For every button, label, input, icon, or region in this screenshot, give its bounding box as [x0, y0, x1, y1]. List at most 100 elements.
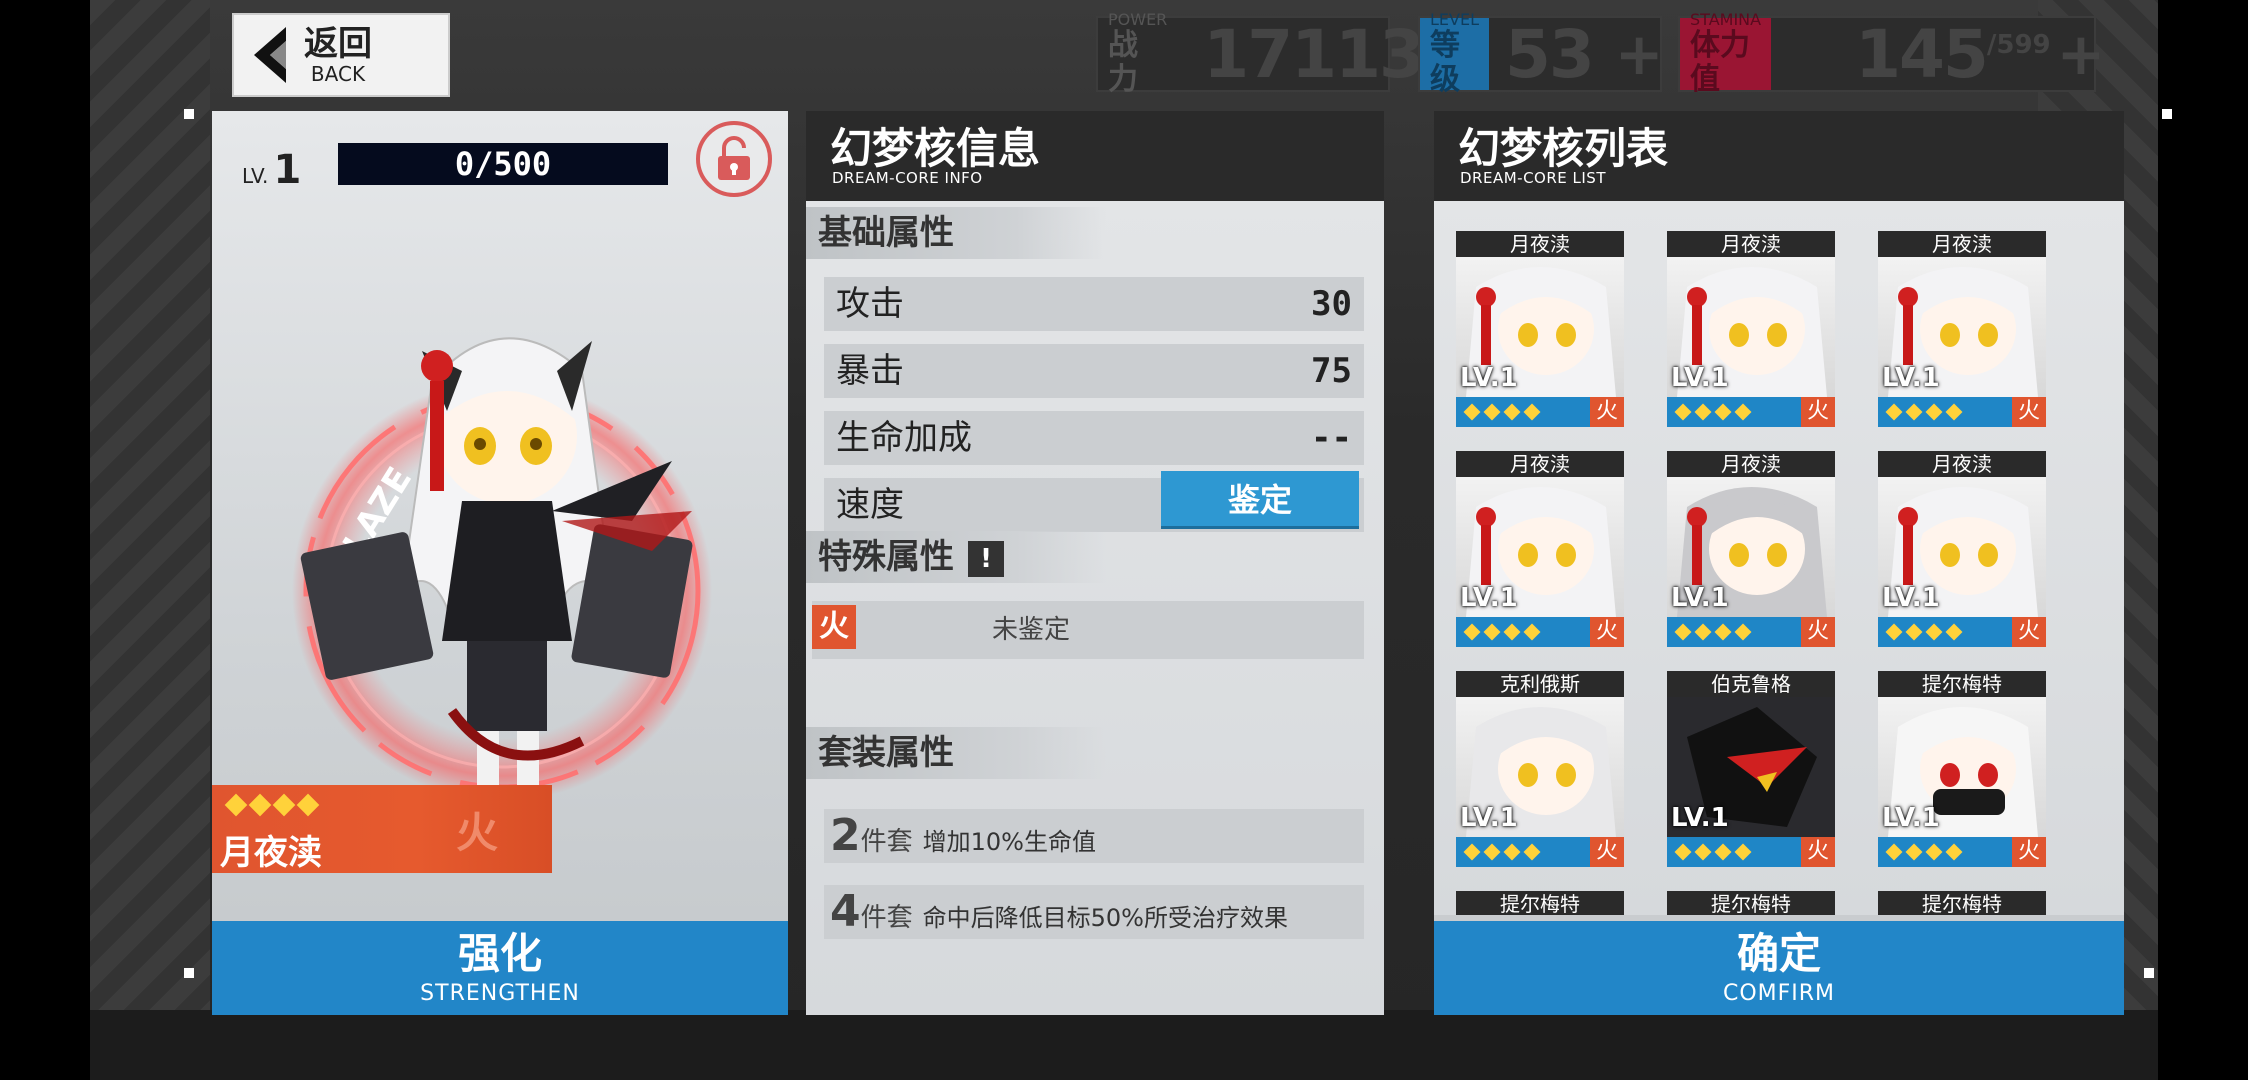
fire-element-icon: 火 — [1590, 397, 1624, 427]
card-name: 月夜渎 — [1667, 231, 1835, 257]
stamina-plus-button[interactable]: + — [2057, 20, 2106, 88]
strengthen-label: 强化 — [457, 929, 542, 978]
level-plus-button[interactable]: + — [1615, 20, 1664, 88]
core-detail-panel: LV. 1 0/500 BLAZE 月夜渎 火 强化 STRENGTHEN — [212, 111, 788, 1015]
corner-marker — [184, 968, 194, 978]
back-label: 返回 — [304, 24, 372, 64]
core-level-value: 1 — [273, 147, 302, 193]
core-info-body: 基础属性 攻击 30 暴击 75 生命加成 -- 速度 2 特殊属性! 鉴定 — [806, 201, 1384, 1015]
card-name: 提尔梅特 — [1456, 891, 1624, 915]
attr-name: 生命加成 — [836, 418, 972, 458]
attr-value: 75 — [1311, 351, 1352, 391]
card-level: LV.1 — [1671, 363, 1729, 393]
rarity-stars — [1884, 403, 1964, 421]
core-card[interactable]: 伯克鲁格 LV.1 火 — [1667, 671, 1835, 867]
set-bonus-row: 2件套 增加10%生命值 — [824, 809, 1364, 863]
core-info-title: 幻梦核信息 — [830, 124, 1041, 173]
core-card[interactable]: 月夜渎 LV.1 火 — [1667, 451, 1835, 647]
card-name: 提尔梅特 — [1878, 891, 2046, 915]
core-card[interactable]: 提尔梅特 — [1456, 891, 1624, 915]
back-arrow-icon — [234, 13, 304, 97]
attr-value: 30 — [1311, 284, 1352, 324]
strengthen-label-en: STRENGTHEN — [420, 981, 580, 1006]
card-rarity-bar: 火 — [1456, 617, 1624, 647]
card-rarity-bar: 火 — [1667, 617, 1835, 647]
background-bottom — [90, 1010, 2158, 1080]
fire-element-icon: 火 — [1801, 617, 1835, 647]
basic-attributes-title: 基础属性 — [806, 207, 1106, 259]
core-card[interactable]: 提尔梅特 — [1667, 891, 1835, 915]
letterbox-left — [0, 0, 90, 1080]
rarity-stars — [1462, 843, 1542, 861]
core-list-grid[interactable]: 月夜渎 LV.1 火月夜渎 LV.1 火月夜渎 LV.1 火月夜渎 LV.1 火月夜渎 LV.1 火… — [1434, 201, 2124, 915]
stamina-label-en: STAMINA — [1690, 10, 1762, 29]
level-label: 等级 — [1430, 28, 1460, 97]
core-list-title: 幻梦核列表 — [1458, 124, 1669, 173]
card-level: LV.1 — [1671, 803, 1729, 833]
info-icon[interactable]: ! — [968, 540, 1004, 577]
card-name: 月夜渎 — [1456, 231, 1624, 257]
power-label-en: POWER — [1108, 10, 1168, 29]
attr-name: 暴击 — [836, 351, 904, 391]
confirm-button[interactable]: 确定 COMFIRM — [1434, 921, 2124, 1015]
card-name: 提尔梅特 — [1878, 671, 2046, 697]
back-button[interactable]: 返回 BACK — [232, 13, 450, 97]
level-value: 53 — [1505, 15, 1595, 93]
attr-name: 速度 — [836, 485, 904, 525]
appraise-button[interactable]: 鉴定 — [1161, 471, 1359, 529]
level-label-en: LEVEL — [1430, 10, 1479, 29]
core-level-prefix: LV. — [242, 164, 269, 188]
card-level: LV.1 — [1882, 363, 1940, 393]
strengthen-button[interactable]: 强化 STRENGTHEN — [212, 921, 788, 1015]
core-card[interactable]: 提尔梅特 LV.1 火 — [1878, 671, 2046, 867]
stamina-value: 145 — [1855, 15, 1989, 93]
core-card[interactable]: 月夜渎 LV.1 火 — [1667, 231, 1835, 427]
set-attributes-title: 套装属性 — [806, 727, 1106, 779]
core-name-plate: 月夜渎 火 — [212, 785, 552, 873]
card-level: LV.1 — [1882, 803, 1940, 833]
exp-bar: 0/500 — [338, 143, 668, 185]
card-level: LV.1 — [1882, 583, 1940, 613]
rarity-stars — [1884, 843, 1964, 861]
card-rarity-bar: 火 — [1667, 397, 1835, 427]
card-name: 月夜渎 — [1878, 451, 2046, 477]
lock-button[interactable] — [696, 121, 772, 197]
set-count: 2 — [830, 810, 861, 861]
core-card[interactable]: 月夜渎 LV.1 火 — [1456, 451, 1624, 647]
core-name: 月夜渎 — [220, 833, 322, 873]
special-attributes-title: 特殊属性! — [806, 531, 1106, 583]
core-card[interactable]: 克利俄斯 LV.1 火 — [1456, 671, 1624, 867]
attr-row-attack: 攻击 30 — [824, 277, 1364, 331]
card-name: 伯克鲁格 — [1667, 671, 1835, 697]
rarity-stars — [1462, 623, 1542, 641]
rarity-stars — [1462, 403, 1542, 421]
special-attributes-label: 特殊属性 — [818, 537, 954, 577]
core-card[interactable]: 月夜渎 LV.1 火 — [1878, 451, 2046, 647]
power-stat: POWER 战力 17113 — [1096, 11, 1425, 97]
fire-element-icon: 火 — [1801, 397, 1835, 427]
set-unit: 件套 — [860, 903, 913, 933]
back-label-en: BACK — [310, 62, 366, 86]
card-level: LV.1 — [1460, 583, 1518, 613]
corner-marker — [2162, 109, 2172, 119]
rarity-stars — [1673, 843, 1753, 861]
rarity-stars — [1673, 623, 1753, 641]
set-desc: 命中后降低目标50%所受治疗效果 — [922, 904, 1288, 932]
rarity-stars — [1673, 403, 1753, 421]
card-level: LV.1 — [1460, 803, 1518, 833]
unlock-icon — [718, 136, 750, 180]
core-list-subtitle: DREAM-CORE LIST — [1460, 169, 1606, 187]
corner-marker — [2144, 968, 2154, 978]
card-level: LV.1 — [1671, 583, 1729, 613]
fire-element-icon: 火 — [1590, 617, 1624, 647]
core-card[interactable]: 提尔梅特 — [1878, 891, 2046, 915]
attr-value: -- — [1311, 418, 1352, 458]
core-card[interactable]: 月夜渎 LV.1 火 — [1456, 231, 1624, 427]
core-list-header: 幻梦核列表 DREAM-CORE LIST — [1434, 111, 2124, 201]
fire-element-icon: 火 — [2012, 617, 2046, 647]
set-count: 4 — [830, 886, 861, 937]
card-name: 克利俄斯 — [1456, 671, 1624, 697]
core-card[interactable]: 月夜渎 LV.1 火 — [1878, 231, 2046, 427]
core-level: LV. 1 — [242, 147, 301, 193]
level-stat: LEVEL 等级 53 + — [1418, 11, 1664, 97]
